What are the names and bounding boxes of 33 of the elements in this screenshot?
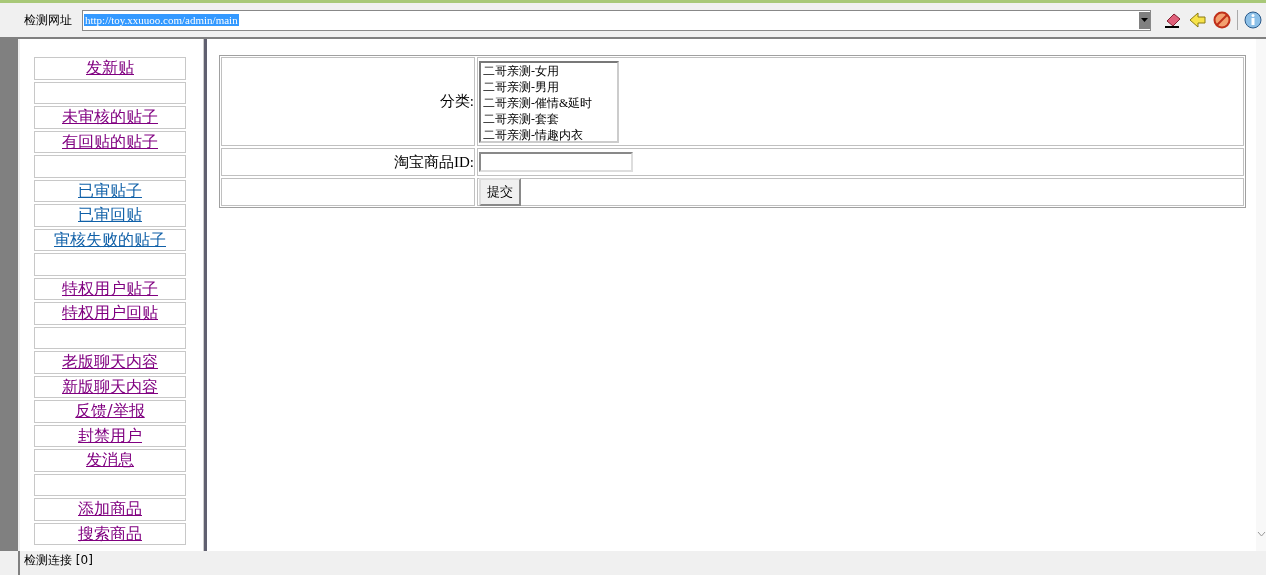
menu-link[interactable]: 反馈/举报 xyxy=(75,401,145,420)
menu-link[interactable]: 审核失败的贴子 xyxy=(54,229,166,249)
submit-button[interactable]: 提交 xyxy=(479,178,521,206)
status-text: 检测连接 [0] xyxy=(23,552,94,568)
category-option[interactable]: 二哥亲测-套套 xyxy=(483,110,617,127)
prohibited-icon[interactable] xyxy=(1213,11,1231,29)
dropdown-button[interactable] xyxy=(1139,11,1150,29)
category-label: 分类: xyxy=(221,57,475,146)
category-option[interactable]: 二哥亲测-女用 xyxy=(483,62,617,79)
menu-link[interactable]: 已审回贴 xyxy=(78,205,142,224)
left-arrow-icon[interactable] xyxy=(1189,11,1207,29)
info-icon[interactable] xyxy=(1244,11,1262,29)
caret-icon xyxy=(1141,18,1148,22)
category-option[interactable]: 二哥亲测-情趣内衣 xyxy=(483,126,617,141)
menu-link[interactable]: 未审核的贴子 xyxy=(62,107,158,126)
item-id-label: 淘宝商品ID: xyxy=(221,148,475,176)
eraser-icon[interactable] xyxy=(1163,11,1183,29)
menu-link[interactable]: 特权用户贴子 xyxy=(62,278,158,298)
item-id-field[interactable] xyxy=(479,152,633,172)
category-option[interactable]: 二哥亲测-催情&延时 xyxy=(483,94,617,111)
menu-link[interactable]: 发新贴 xyxy=(86,58,134,77)
menu-link[interactable]: 搜索商品 xyxy=(78,523,142,543)
menu-link[interactable]: 发消息 xyxy=(86,450,134,469)
url-label: 检测网址 xyxy=(24,11,72,29)
category-option[interactable]: 二哥亲测-男用 xyxy=(483,78,617,95)
menu-link[interactable]: 新版聊天内容 xyxy=(62,376,158,396)
menu-link[interactable]: 有回贴的贴子 xyxy=(62,131,158,151)
menu-link[interactable]: 封禁用户 xyxy=(78,425,142,445)
menu-link[interactable]: 特权用户回贴 xyxy=(62,303,158,322)
menu-link[interactable]: 老版聊天内容 xyxy=(62,352,158,371)
category-listbox[interactable]: 二哥亲测-女用 二哥亲测-男用 二哥亲测-催情&延时 二哥亲测-套套 二哥亲测-情趣内衣 xyxy=(479,60,619,143)
menu-link[interactable]: 添加商品 xyxy=(78,499,142,518)
menu-link[interactable]: 已审贴子 xyxy=(78,180,142,200)
